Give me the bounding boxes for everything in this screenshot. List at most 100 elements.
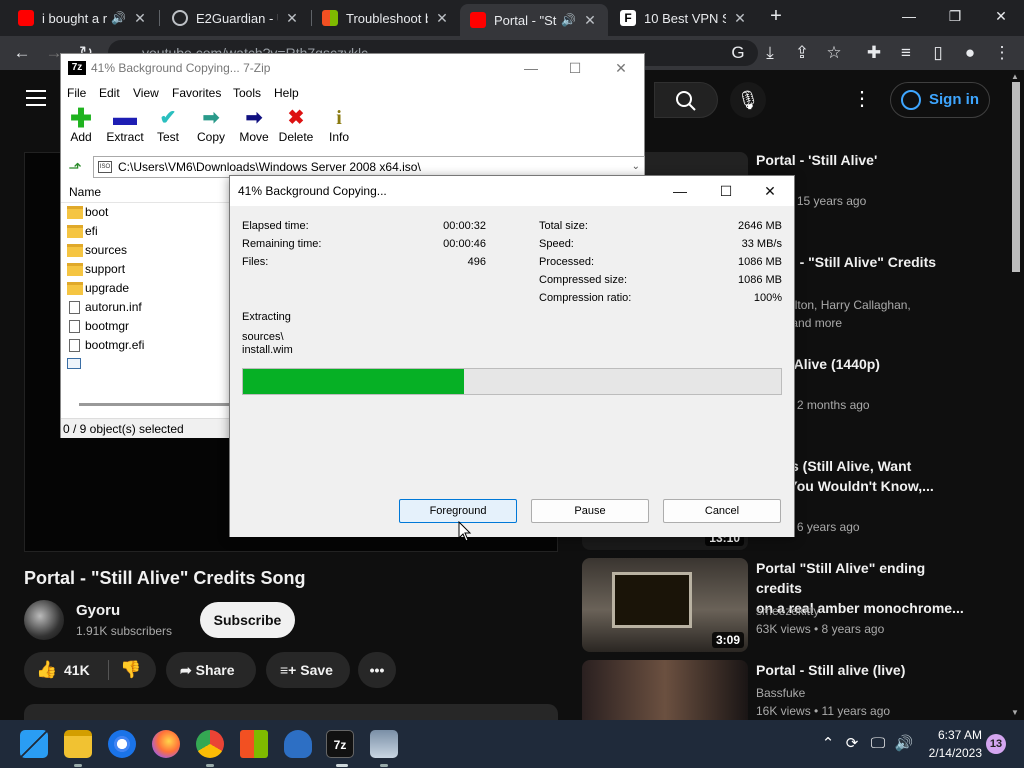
list-item[interactable] (61, 355, 231, 374)
menu-favorites[interactable]: Favorites (172, 86, 221, 100)
close-icon[interactable]: ✕ (284, 10, 300, 27)
volume-icon[interactable]: 🔊 (894, 734, 914, 754)
install-icon[interactable]: ⤓ (758, 41, 782, 65)
share-icon[interactable]: ⇪ (790, 41, 814, 65)
search-button[interactable] (654, 82, 718, 118)
tab-3[interactable]: Troubleshoot bl ✕ (312, 4, 460, 32)
7zip-toolbar: ✚ Add ▬ Extract ✔ Test ➡ Copy ➡ Move ✖ D… (61, 104, 644, 152)
info-button[interactable]: i Info (315, 106, 363, 144)
minimize-button[interactable]: — (886, 4, 932, 28)
back-arrow-icon[interactable]: ← (10, 41, 34, 65)
extract-button[interactable]: ▬ Extract (101, 106, 149, 145)
rec-title[interactable]: Portal - Still alive (live) (756, 660, 966, 680)
share-button[interactable]: ➦ Share (166, 652, 256, 688)
sync-icon[interactable]: ⟳ (842, 734, 862, 754)
minimize-button[interactable]: — (660, 180, 700, 202)
close-icon[interactable]: ✕ (582, 12, 598, 29)
google-icon[interactable]: G (726, 41, 750, 65)
channel-name[interactable]: Gyoru (76, 602, 120, 619)
column-header-name[interactable]: Name (61, 181, 231, 203)
copy-button[interactable]: ➡ Copy (187, 106, 235, 144)
cancel-button[interactable]: Cancel (663, 499, 781, 523)
extensions-icon[interactable]: ✚ (862, 41, 886, 65)
maximize-button[interactable]: ☐ (706, 180, 746, 202)
list-item[interactable]: support (61, 260, 231, 279)
menu-view[interactable]: View (133, 86, 159, 100)
horizontal-scrollbar[interactable] (79, 403, 229, 406)
menu-help[interactable]: Help (274, 86, 299, 100)
scroll-down-icon[interactable]: ▼ (1011, 708, 1019, 717)
rec-thumbnail[interactable]: 3:09 (582, 558, 748, 652)
store-icon[interactable] (240, 730, 268, 758)
scrollbar-thumb[interactable] (1012, 82, 1020, 272)
file-explorer-icon[interactable] (64, 730, 92, 758)
subscribe-button[interactable]: Subscribe (200, 602, 295, 638)
folder-up-icon[interactable]: ⬏ (65, 158, 85, 177)
page-scrollbar[interactable]: ▲ ▼ (1008, 70, 1024, 720)
move-button[interactable]: ➡ Move (230, 106, 278, 144)
close-icon[interactable]: ✕ (732, 10, 748, 27)
sign-in-button[interactable]: Sign in (890, 82, 990, 118)
delete-button[interactable]: ✖ Delete (272, 106, 320, 144)
minimize-button[interactable]: — (511, 58, 551, 78)
maximize-button[interactable]: ☐ (555, 58, 595, 78)
tab-2[interactable]: E2Guardian - U ✕ (162, 4, 310, 32)
rec-thumbnail[interactable] (582, 660, 748, 720)
close-window-button[interactable]: ✕ (978, 4, 1024, 28)
save-button[interactable]: ≡+ Save (266, 652, 350, 688)
chrome-menu-icon[interactable]: ⋮ (990, 41, 1014, 65)
rec-title[interactable]: Portal - 'Still Alive' (756, 150, 966, 170)
menu-edit[interactable]: Edit (99, 86, 120, 100)
foreground-button[interactable]: Foreground (399, 499, 517, 523)
list-item[interactable]: bootmgr.efi (61, 336, 231, 355)
tab-1[interactable]: i bought a r 🔊 ✕ (8, 4, 158, 32)
list-item[interactable]: autorun.inf (61, 298, 231, 317)
list-item[interactable]: boot (61, 203, 231, 222)
clock-time[interactable]: 6:37 AM (928, 728, 982, 742)
puzzle-app-icon[interactable] (284, 730, 312, 758)
microphone-icon[interactable]: 🎙 (730, 82, 766, 118)
like-count[interactable]: 41K (64, 652, 90, 688)
more-actions-button[interactable]: ••• (358, 652, 396, 688)
elapsed-value: 00:00:32 (443, 220, 486, 232)
chevron-down-icon[interactable]: ⌄ (632, 157, 640, 177)
close-button[interactable]: ✕ (601, 58, 641, 78)
firefox-icon[interactable] (152, 730, 180, 758)
media-control-icon[interactable]: ≡ (894, 41, 918, 65)
close-button[interactable]: ✕ (750, 180, 790, 202)
close-icon[interactable]: ✕ (434, 10, 450, 27)
scroll-up-icon[interactable]: ▲ (1011, 72, 1019, 81)
hamburger-menu-icon[interactable] (26, 90, 46, 106)
tab-4-active[interactable]: Portal - "Stil 🔊 ✕ (460, 4, 608, 36)
list-item[interactable]: bootmgr (61, 317, 231, 336)
pause-button[interactable]: Pause (531, 499, 649, 523)
menu-file[interactable]: File (67, 86, 86, 100)
add-button[interactable]: ✚ Add (57, 105, 105, 144)
clock-date[interactable]: 2/14/2023 (920, 746, 982, 760)
menu-tools[interactable]: Tools (233, 86, 261, 100)
chevron-up-icon[interactable]: ⌃ (818, 734, 838, 754)
test-button[interactable]: ✔ Test (144, 106, 192, 144)
thumbs-up-icon[interactable]: 👍 (36, 652, 57, 688)
chrome-icon[interactable] (196, 730, 224, 758)
notification-badge[interactable]: 13 (986, 734, 1006, 754)
tab-5[interactable]: F 10 Best VPN Ser ✕ (610, 4, 758, 32)
windows-start-icon[interactable] (20, 730, 48, 758)
installer-icon[interactable] (370, 730, 398, 758)
bookmark-star-icon[interactable]: ☆ (822, 41, 846, 65)
close-icon[interactable]: ✕ (132, 10, 148, 27)
profile-icon[interactable]: ● (958, 41, 982, 65)
list-item[interactable]: sources (61, 241, 231, 260)
avatar[interactable] (24, 600, 64, 640)
side-panel-icon[interactable]: ▯ (926, 41, 950, 65)
new-tab-button[interactable]: + (764, 4, 788, 28)
list-item[interactable]: efi (61, 222, 231, 241)
7zip-taskbar-icon[interactable]: 7z (326, 730, 354, 758)
network-icon[interactable]: 🖵 (868, 734, 888, 754)
thumbs-down-icon[interactable]: 👎 (120, 652, 141, 688)
list-item[interactable]: upgrade (61, 279, 231, 298)
restore-button[interactable]: ❐ (932, 4, 978, 28)
file-name: bootmgr (85, 319, 130, 333)
settings-dots-icon[interactable]: ⋮ (852, 86, 872, 114)
chrome-blue-icon[interactable] (108, 730, 136, 758)
